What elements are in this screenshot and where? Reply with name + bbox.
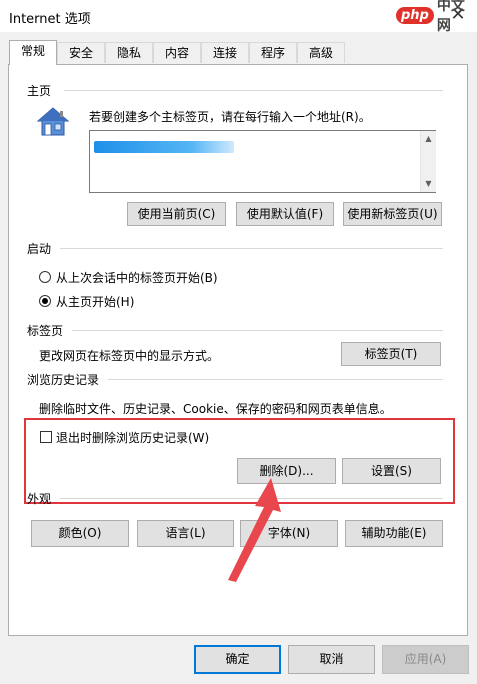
startup-last-session-label[interactable]: 从上次会话中的标签页开始(B) xyxy=(56,269,218,286)
tabs-divider xyxy=(72,330,443,331)
close-icon[interactable]: ✕ xyxy=(447,4,469,26)
startup-section-title: 启动 xyxy=(27,242,52,256)
url-scrollbar[interactable]: ▲ ▼ xyxy=(420,131,436,192)
scroll-down-icon[interactable]: ▼ xyxy=(421,179,436,188)
accessibility-button[interactable]: 辅助功能(E) xyxy=(345,520,443,547)
window-title: Internet 选项 xyxy=(9,12,91,27)
tab-advanced[interactable]: 高级 xyxy=(297,42,345,63)
tab-connections[interactable]: 连接 xyxy=(201,42,249,63)
ok-button[interactable]: 确定 xyxy=(194,645,281,674)
house-icon xyxy=(36,107,70,136)
cancel-button[interactable]: 取消 xyxy=(288,645,375,674)
tabs-settings-button[interactable]: 标签页(T) xyxy=(341,342,441,366)
home-section-title: 主页 xyxy=(27,84,52,98)
colors-button[interactable]: 颜色(O) xyxy=(31,520,129,547)
tab-privacy[interactable]: 隐私 xyxy=(105,42,153,63)
redacted-url xyxy=(94,141,234,153)
annotation-arrow-icon xyxy=(228,478,281,582)
apply-button[interactable]: 应用(A) xyxy=(382,645,469,674)
history-description: 删除临时文件、历史记录、Cookie、保存的密码和网页表单信息。 xyxy=(39,402,392,416)
use-default-button[interactable]: 使用默认值(F) xyxy=(236,202,334,226)
use-current-button[interactable]: 使用当前页(C) xyxy=(127,202,226,226)
appearance-section-title: 外观 xyxy=(27,492,52,506)
tab-programs[interactable]: 程序 xyxy=(249,42,297,63)
history-divider xyxy=(108,379,443,380)
startup-last-session-radio[interactable] xyxy=(39,271,51,283)
history-section-title: 浏览历史记录 xyxy=(27,373,100,387)
tab-general[interactable]: 常规 xyxy=(9,40,57,65)
tabs-section-title: 标签页 xyxy=(27,324,64,338)
startup-divider xyxy=(60,248,443,249)
home-divider xyxy=(64,90,443,91)
use-new-tab-button[interactable]: 使用新标签页(U) xyxy=(343,202,442,226)
tabs-description: 更改网页在标签页中的显示方式。 xyxy=(39,349,220,363)
tab-security[interactable]: 安全 xyxy=(57,42,105,63)
startup-home-page-radio[interactable] xyxy=(39,295,51,307)
home-description: 若要创建多个主标签页，请在每行输入一个地址(R)。 xyxy=(89,110,371,124)
scroll-up-icon[interactable]: ▲ xyxy=(421,134,436,143)
tab-content[interactable]: 内容 xyxy=(153,42,201,63)
home-page-url-input[interactable] xyxy=(89,130,436,193)
startup-home-page-label[interactable]: 从主页开始(H) xyxy=(56,293,134,310)
